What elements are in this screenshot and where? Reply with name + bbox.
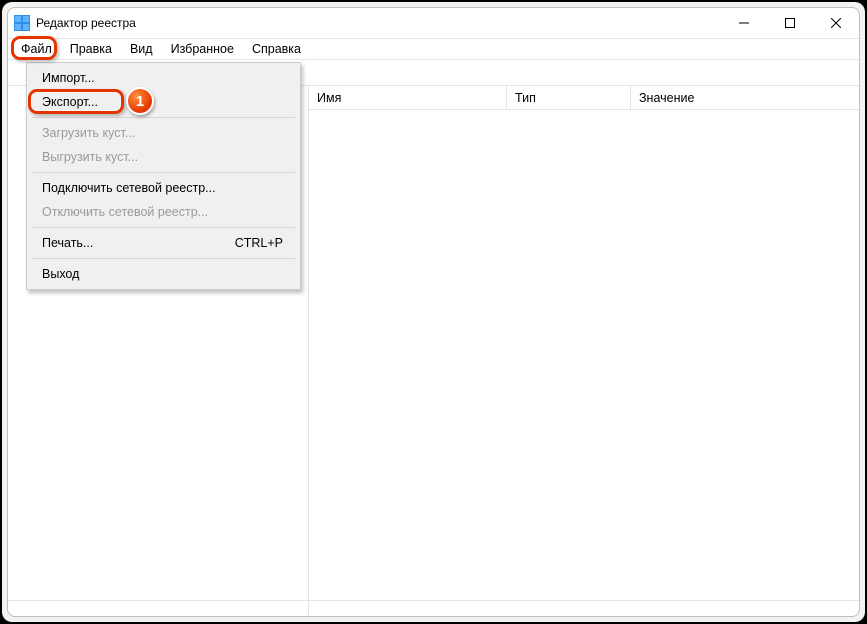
window-title: Редактор реестра bbox=[36, 16, 136, 30]
column-header-name[interactable]: Имя bbox=[309, 86, 507, 109]
menu-separator bbox=[32, 172, 295, 173]
menu-item-label: Выход bbox=[42, 267, 79, 281]
values-header: Имя Тип Значение bbox=[309, 86, 859, 110]
menu-item-label: Загрузить куст... bbox=[42, 126, 135, 140]
menu-item-label: Отключить сетевой реестр... bbox=[42, 205, 208, 219]
menu-item-label: Выгрузить куст... bbox=[42, 150, 138, 164]
menu-bar: Файл Правка Вид Избранное Справка bbox=[8, 38, 859, 60]
menu-item-load-hive: Загрузить куст... bbox=[30, 121, 297, 145]
menu-separator bbox=[32, 227, 295, 228]
menu-item-label: Экспорт... bbox=[42, 95, 98, 109]
menu-item-label: Импорт... bbox=[42, 71, 95, 85]
menu-item-exit[interactable]: Выход bbox=[30, 262, 297, 286]
column-header-value[interactable]: Значение bbox=[631, 86, 859, 109]
menu-item-print[interactable]: Печать... CTRL+P bbox=[30, 231, 297, 255]
menu-separator bbox=[32, 258, 295, 259]
menu-item-label: Печать... bbox=[42, 236, 93, 250]
status-bar bbox=[8, 600, 859, 616]
menu-favorites[interactable]: Избранное bbox=[162, 39, 243, 59]
minimize-button[interactable] bbox=[721, 8, 767, 38]
column-header-type[interactable]: Тип bbox=[507, 86, 631, 109]
menu-separator bbox=[32, 117, 295, 118]
menu-item-import[interactable]: Импорт... bbox=[30, 66, 297, 90]
menu-edit[interactable]: Правка bbox=[61, 39, 121, 59]
menu-item-label: Подключить сетевой реестр... bbox=[42, 181, 216, 195]
menu-item-unload-hive: Выгрузить куст... bbox=[30, 145, 297, 169]
title-bar: Редактор реестра bbox=[8, 8, 859, 38]
app-icon bbox=[14, 15, 30, 31]
maximize-button[interactable] bbox=[767, 8, 813, 38]
menu-item-export[interactable]: Экспорт... bbox=[30, 90, 297, 114]
file-menu-dropdown: Импорт... Экспорт... Загрузить куст... В… bbox=[26, 62, 301, 290]
menu-help[interactable]: Справка bbox=[243, 39, 310, 59]
close-button[interactable] bbox=[813, 8, 859, 38]
menu-item-shortcut: CTRL+P bbox=[235, 236, 283, 250]
status-segment-left bbox=[8, 601, 309, 616]
menu-item-disconnect-network: Отключить сетевой реестр... bbox=[30, 200, 297, 224]
menu-item-connect-network[interactable]: Подключить сетевой реестр... bbox=[30, 176, 297, 200]
values-pane: Имя Тип Значение bbox=[309, 86, 859, 600]
menu-file[interactable]: Файл bbox=[12, 39, 61, 59]
menu-view[interactable]: Вид bbox=[121, 39, 162, 59]
values-body[interactable] bbox=[309, 110, 859, 600]
